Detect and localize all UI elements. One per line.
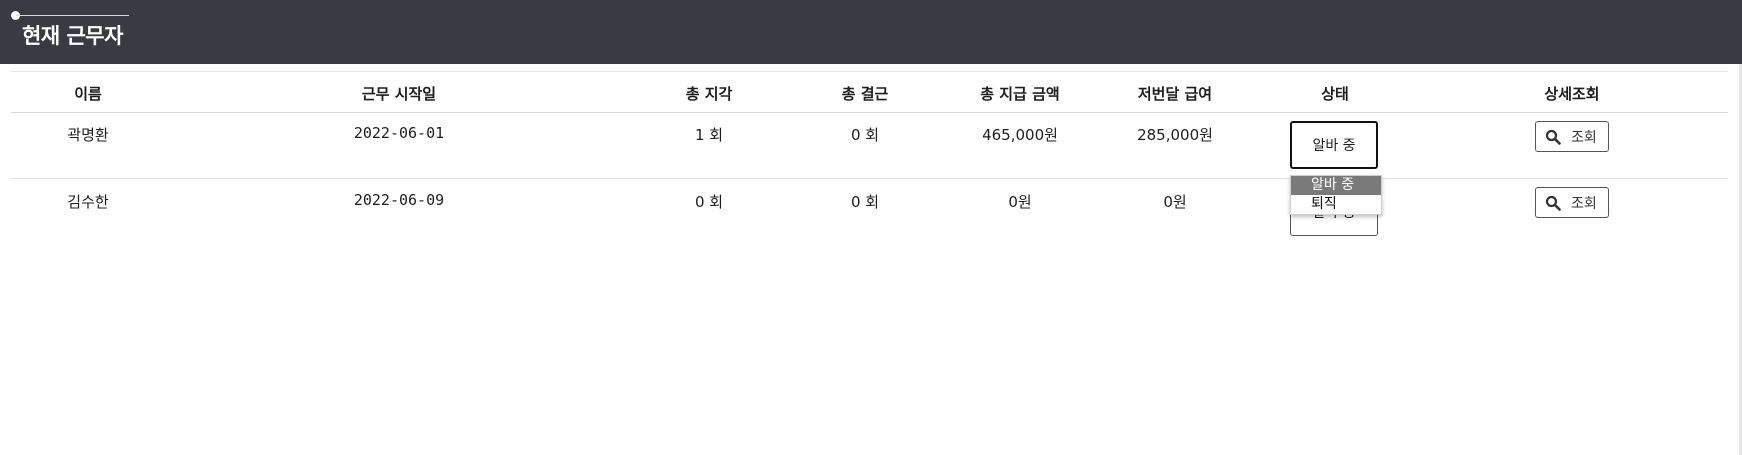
total-paid: 0원 (1008, 193, 1032, 211)
column-header-absent: 총 결근 (841, 85, 889, 103)
absent-count: 0 회 (850, 126, 880, 144)
absent-count: 0 회 (850, 193, 880, 211)
view-detail-button[interactable]: 조회 (1535, 187, 1609, 218)
start-date: 2022-06-09 (353, 191, 445, 209)
late-count: 1 회 (694, 126, 724, 144)
status-dropdown-list: 알바 중 퇴직 (1290, 175, 1382, 215)
page-title: 현재 근무자 (22, 24, 123, 48)
status-select[interactable]: 알바 중 (1290, 121, 1378, 169)
status-select-value: 알바 중 (1312, 138, 1356, 154)
late-count: 0 회 (694, 193, 724, 211)
column-header-last-month-pay: 저번달 급여 (1137, 85, 1213, 103)
last-month-pay: 0원 (1163, 193, 1187, 211)
page-header: 현재 근무자 (0, 0, 1742, 64)
worker-name: 김수한 (67, 193, 109, 211)
column-header-total-paid: 총 지급 금액 (980, 85, 1060, 103)
view-detail-button[interactable]: 조회 (1535, 121, 1609, 152)
view-detail-label: 조회 (1571, 129, 1597, 146)
worker-name: 곽명환 (67, 126, 109, 144)
column-header-start-date: 근무 시작일 (361, 85, 437, 103)
column-header-late: 총 지각 (685, 85, 733, 103)
search-icon (1545, 195, 1561, 211)
table-row: 곽명환 2022-06-01 1 회 0 회 465,000원 285,000원… (11, 112, 1728, 179)
table-row: 김수한 2022-06-09 0 회 0 회 0원 0원 알바 중 조회 (11, 179, 1728, 245)
column-header-detail: 상세조회 (1544, 85, 1600, 103)
column-header-status: 상태 (1321, 85, 1349, 103)
column-header-name: 이름 (74, 85, 102, 103)
status-option-working[interactable]: 알바 중 (1291, 176, 1381, 195)
search-icon (1545, 129, 1561, 145)
start-date: 2022-06-01 (353, 124, 445, 142)
table-header-row: 이름 근무 시작일 총 지각 총 결근 총 지급 금액 저번달 급여 상태 상세… (11, 71, 1728, 113)
last-month-pay: 285,000원 (1137, 126, 1213, 144)
status-option-resigned[interactable]: 퇴직 (1291, 195, 1381, 214)
total-paid: 465,000원 (982, 126, 1058, 144)
header-underline (16, 15, 129, 16)
view-detail-label: 조회 (1571, 195, 1597, 212)
